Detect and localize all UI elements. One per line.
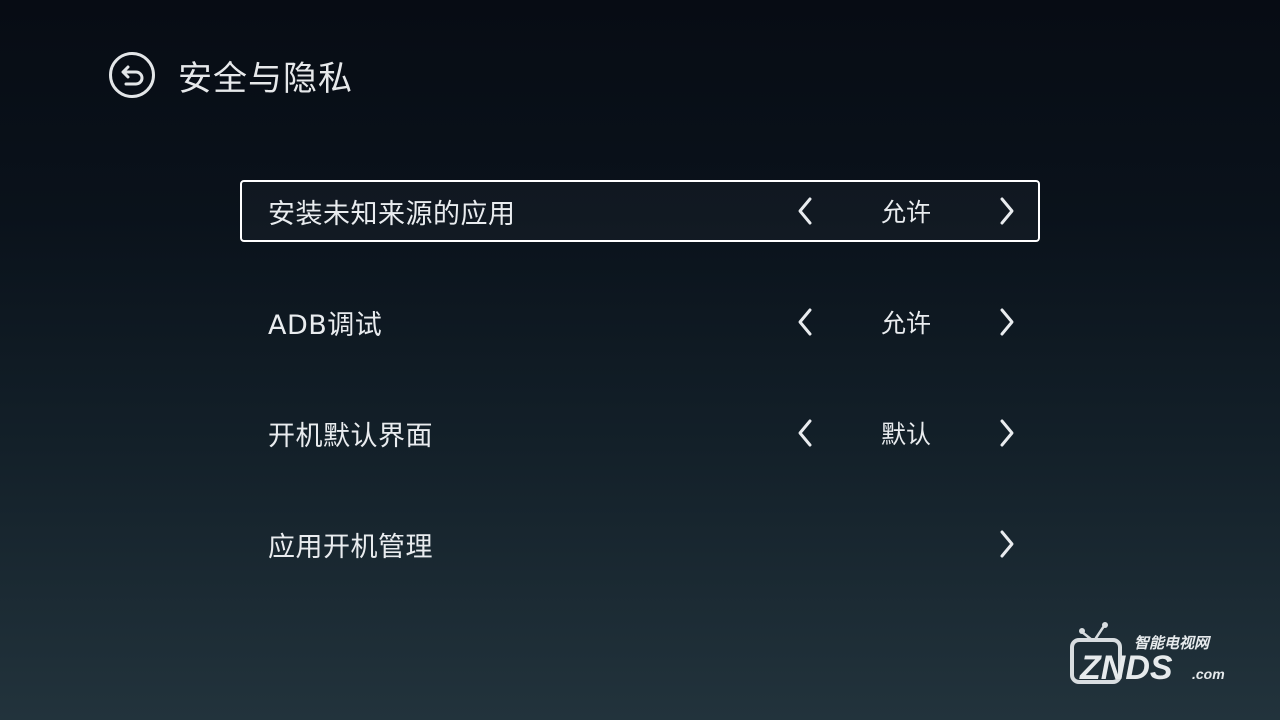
chevron-left-icon[interactable]: [790, 307, 820, 337]
setting-install-unknown-sources[interactable]: 安装未知来源的应用 允许: [240, 180, 1040, 242]
setting-value: 允许: [880, 309, 931, 338]
setting-value: 允许: [880, 198, 931, 227]
setting-label: 开机默认界面: [268, 420, 433, 452]
chevron-right-icon[interactable]: [992, 418, 1022, 448]
setting-label: 应用开机管理: [268, 531, 433, 563]
back-arrow-icon: [109, 52, 155, 98]
chevron-right-icon[interactable]: [992, 196, 1022, 226]
setting-value: 默认: [880, 420, 931, 449]
setting-label: ADB调试: [268, 309, 383, 341]
page-title: 安全与隐私: [178, 58, 353, 99]
watermark-brand-text: ZNDS: [1079, 649, 1173, 687]
znds-watermark-logo: 智能电视网 ZNDS .com: [1070, 622, 1225, 687]
setting-app-boot-management[interactable]: 应用开机管理: [240, 513, 1040, 575]
setting-label: 安装未知来源的应用: [268, 198, 516, 230]
chevron-right-icon[interactable]: [992, 529, 1022, 559]
back-button[interactable]: [108, 51, 156, 99]
chevron-left-icon[interactable]: [790, 196, 820, 226]
chevron-left-icon[interactable]: [790, 418, 820, 448]
chevron-right-icon[interactable]: [992, 307, 1022, 337]
page-header: 安全与隐私: [108, 50, 353, 100]
setting-adb-debug[interactable]: ADB调试 允许: [240, 291, 1040, 353]
setting-boot-default-screen[interactable]: 开机默认界面 默认: [240, 402, 1040, 464]
watermark-suffix-text: .com: [1192, 666, 1225, 682]
